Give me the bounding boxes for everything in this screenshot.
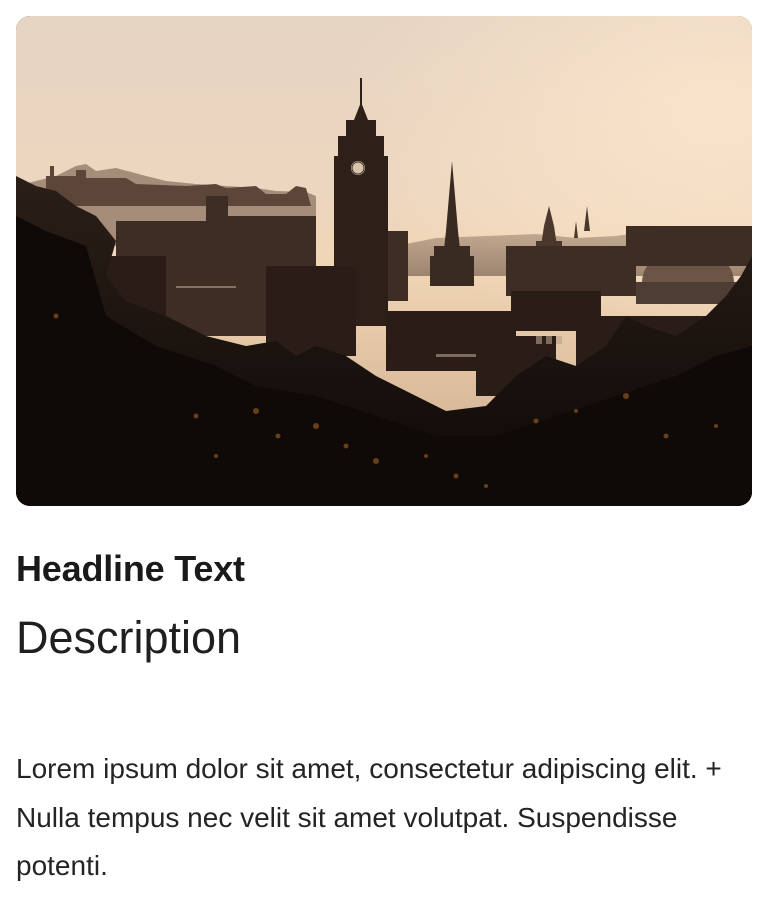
hero-image xyxy=(16,16,752,506)
card-body-text: Lorem ipsum dolor sit amet, consectetur … xyxy=(16,753,722,881)
content-card: Headline Text Description Lorem ipsum do… xyxy=(16,16,752,881)
card-description: Description xyxy=(16,612,242,663)
card-headline: Headline Text xyxy=(16,548,245,589)
city-skyline-illustration xyxy=(16,16,752,506)
